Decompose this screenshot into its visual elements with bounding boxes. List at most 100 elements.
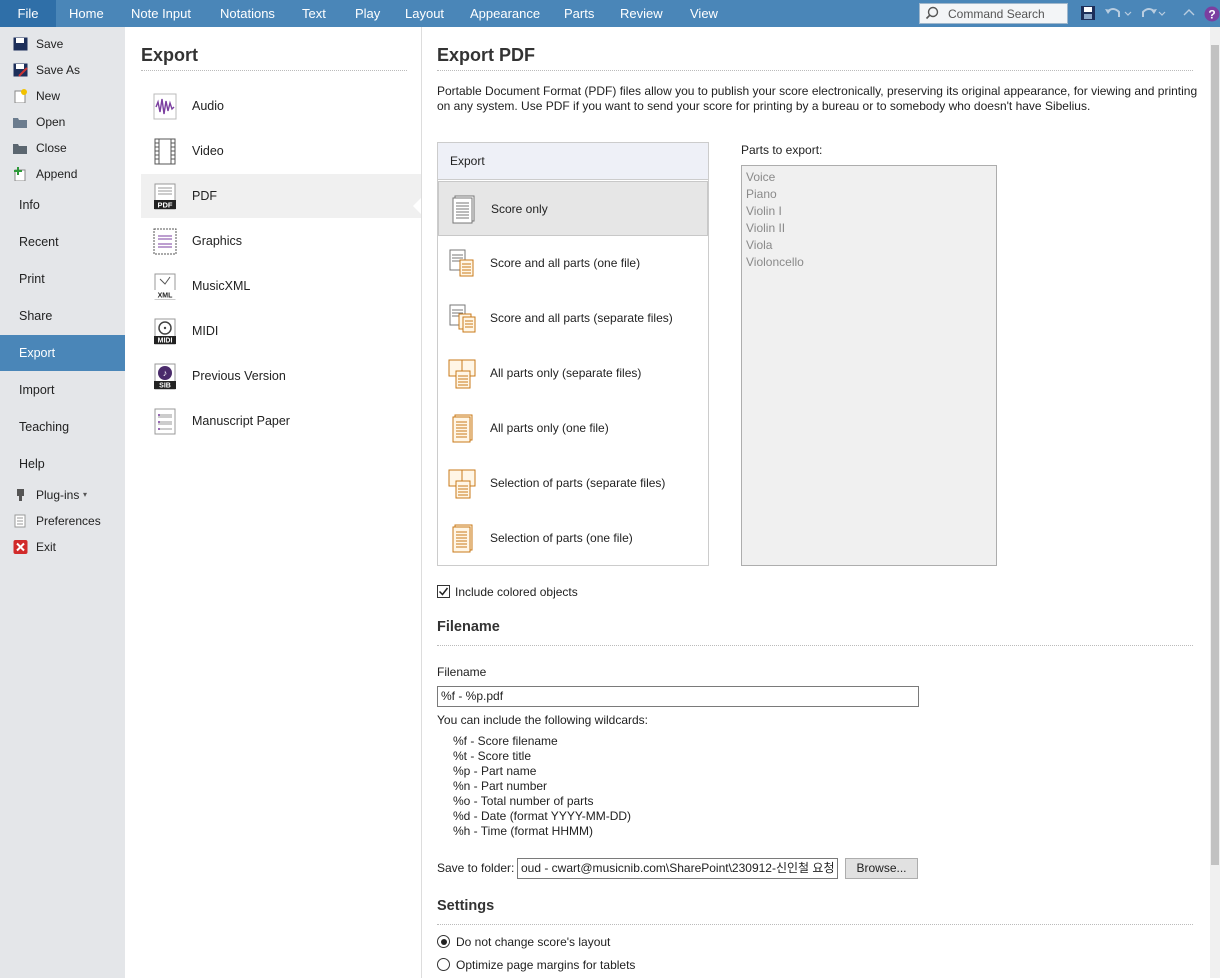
tab-note-input[interactable]: Note Input <box>131 0 191 27</box>
checkmark-icon <box>438 587 449 596</box>
nav-info[interactable]: Info <box>0 187 125 223</box>
backstage-nav: Save Save As New Open Close Append Info … <box>0 27 125 978</box>
list-item[interactable]: Viola <box>746 237 992 254</box>
export-categories-title: Export <box>141 45 199 65</box>
list-item: %d - Date (format YYYY-MM-DD) <box>453 809 632 823</box>
list-item[interactable]: Violin I <box>746 203 992 220</box>
redo-icon[interactable] <box>1139 4 1159 22</box>
list-item[interactable]: Piano <box>746 186 992 203</box>
undo-icon[interactable] <box>1103 4 1123 22</box>
tab-text[interactable]: Text <box>302 0 326 27</box>
list-item[interactable]: Violin II <box>746 220 992 237</box>
svg-text:PDF: PDF <box>158 201 173 210</box>
nav-export[interactable]: Export <box>0 335 125 371</box>
list-item: %o - Total number of parts <box>453 794 594 808</box>
list-item: %t - Score title <box>453 749 532 763</box>
filename-input[interactable]: %f - %p.pdf <box>437 686 919 707</box>
include-colored-objects-label: Include colored objects <box>455 585 578 599</box>
nav-import[interactable]: Import <box>0 372 125 408</box>
save-icon[interactable] <box>1080 4 1096 22</box>
list-item[interactable]: Voice <box>746 169 992 186</box>
list-item: %p - Part name <box>453 764 537 778</box>
list-item: %n - Part number <box>453 779 548 793</box>
divider <box>437 70 1193 71</box>
nav-exit[interactable]: Exit <box>0 534 125 560</box>
radio-button[interactable] <box>437 958 450 971</box>
svg-text:SIB: SIB <box>159 383 171 390</box>
nav-recent[interactable]: Recent <box>0 224 125 260</box>
nav-share[interactable]: Share <box>0 298 125 334</box>
nav-help[interactable]: Help <box>0 446 125 482</box>
divider <box>141 70 407 71</box>
selection-one-file-icon <box>452 524 473 553</box>
chevron-down-icon[interactable] <box>1158 4 1166 22</box>
nav-print[interactable]: Print <box>0 261 125 297</box>
export-manuscript-paper[interactable]: Manuscript Paper <box>141 399 421 443</box>
nav-append[interactable]: Append <box>0 161 125 187</box>
list-item[interactable]: Violoncello <box>746 254 992 271</box>
scrollbar-thumb[interactable] <box>1211 45 1219 865</box>
help-icon[interactable]: ? <box>1204 5 1220 23</box>
filename-section-title: Filename <box>437 619 500 635</box>
wildcards-intro: You can include the following wildcards: <box>437 713 649 727</box>
score-parts-separate-icon <box>449 304 476 333</box>
export-pdf[interactable]: PDF PDF <box>141 174 421 218</box>
radio-button[interactable] <box>437 935 450 948</box>
export-audio[interactable]: Audio <box>141 84 421 128</box>
tab-layout[interactable]: Layout <box>405 0 444 27</box>
selection-pointer <box>413 198 421 214</box>
export-option-score-and-all-parts-one-file[interactable]: Score and all parts (one file) <box>438 236 708 291</box>
save-to-folder-input[interactable]: oud - cwart@musicnib.com\SharePoint\2309… <box>517 858 838 879</box>
export-categories: Export Audio Video PDF PDF Graphics XML … <box>125 27 421 978</box>
close-folder-icon <box>13 144 27 154</box>
tab-notations[interactable]: Notations <box>220 0 275 27</box>
page-title: Export PDF <box>437 45 536 65</box>
divider <box>437 924 1193 925</box>
export-option-score-and-all-parts-separate[interactable]: Score and all parts (separate files) <box>438 291 708 346</box>
nav-plug-ins[interactable]: Plug-ins ▾ <box>0 482 125 508</box>
midi-icon: MIDI <box>154 318 176 345</box>
parts-to-export-list[interactable]: Voice Piano Violin I Violin II Viola Vio… <box>741 165 997 566</box>
nav-close[interactable]: Close <box>0 135 125 161</box>
nav-save[interactable]: Save <box>0 31 125 57</box>
ribbon-bar: File Home Note Input Notations Text Play… <box>0 0 1220 27</box>
tab-review[interactable]: Review <box>620 0 663 27</box>
nav-save-as[interactable]: Save As <box>0 57 125 83</box>
musicxml-icon: XML <box>154 273 176 300</box>
nav-teaching[interactable]: Teaching <box>0 409 125 445</box>
checkbox[interactable] <box>437 585 450 598</box>
nav-open[interactable]: Open <box>0 109 125 135</box>
export-options-list: Export Score only Score and all parts (o… <box>437 142 709 566</box>
collapse-ribbon-icon[interactable] <box>1182 4 1196 22</box>
export-musicxml[interactable]: XML MusicXML <box>141 264 421 308</box>
export-video[interactable]: Video <box>141 129 421 173</box>
manuscript-paper-icon <box>154 408 176 435</box>
chevron-down-icon[interactable] <box>1124 4 1132 22</box>
export-option-all-parts-separate[interactable]: All parts only (separate files) <box>438 346 708 401</box>
chevron-down-icon: ▾ <box>83 490 88 499</box>
command-search-input[interactable]: Command Search <box>919 3 1068 24</box>
tab-parts[interactable]: Parts <box>564 0 594 27</box>
tab-file[interactable]: File <box>0 0 56 27</box>
export-previous-version[interactable]: ♪ SIB Previous Version <box>141 354 421 398</box>
export-option-score-only[interactable]: Score only <box>438 181 708 236</box>
pdf-icon: PDF <box>154 183 176 210</box>
video-film-icon <box>154 138 176 165</box>
export-midi[interactable]: MIDI MIDI <box>141 309 421 353</box>
tab-home[interactable]: Home <box>69 0 104 27</box>
audio-waveform-icon <box>153 93 177 120</box>
export-option-selection-separate[interactable]: Selection of parts (separate files) <box>438 456 708 511</box>
vertical-scrollbar[interactable] <box>1210 27 1220 978</box>
parts-one-file-icon <box>452 414 473 443</box>
nav-preferences[interactable]: Preferences <box>0 508 125 534</box>
tab-play[interactable]: Play <box>355 0 380 27</box>
export-graphics[interactable]: Graphics <box>141 219 421 263</box>
svg-text:♪: ♪ <box>163 368 168 378</box>
export-option-all-parts-one-file[interactable]: All parts only (one file) <box>438 401 708 456</box>
export-option-selection-one-file[interactable]: Selection of parts (one file) <box>438 511 708 566</box>
tab-view[interactable]: View <box>690 0 718 27</box>
nav-new[interactable]: New <box>0 83 125 109</box>
svg-text:XML: XML <box>158 293 174 300</box>
browse-button[interactable]: Browse... <box>845 858 918 879</box>
tab-appearance[interactable]: Appearance <box>470 0 540 27</box>
